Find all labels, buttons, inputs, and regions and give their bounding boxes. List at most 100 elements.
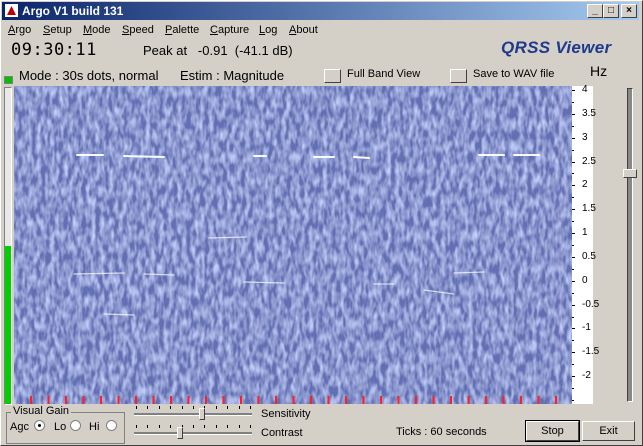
stop-button[interactable]: Stop: [525, 420, 580, 442]
signal-streak: [353, 156, 370, 159]
slider-tick: [204, 425, 206, 428]
time-tick: [47, 396, 50, 404]
slider-tick: [170, 406, 172, 409]
brand-logo: QRSS Viewer: [501, 38, 612, 57]
save-wav-label: Save to WAV file: [473, 68, 555, 80]
scale-label: 2: [582, 179, 588, 191]
time-tick: [467, 396, 470, 404]
title-bar[interactable]: Argo V1 build 131 _ □ ×: [2, 2, 639, 20]
estim-label: Estim : Magnitude: [180, 68, 285, 83]
scale-label: 1.5: [582, 203, 596, 215]
slider-tick: [136, 425, 137, 428]
scale-minor-tick: [572, 340, 574, 342]
signal-streak: [123, 155, 165, 158]
contrast-slider-thumb[interactable]: [176, 427, 183, 439]
ticks-readout: Ticks : 60 seconds: [396, 426, 487, 438]
scale-label: 2.5: [582, 155, 596, 167]
time-tick: [485, 396, 487, 404]
units-label: Hz: [590, 63, 608, 79]
lo-radio[interactable]: [70, 420, 81, 431]
sensitivity-label: Sensitivity: [261, 408, 311, 420]
slider-tick: [250, 406, 251, 409]
scale-minor-tick: [572, 161, 574, 163]
exit-button[interactable]: Exit: [582, 421, 635, 441]
slider-tick: [170, 425, 172, 428]
minimize-button[interactable]: _: [587, 4, 603, 18]
slider-tick: [227, 406, 229, 409]
scale-minor-tick: [572, 221, 574, 223]
visual-gain-title: Visual Gain: [11, 405, 72, 417]
time-tick: [65, 396, 67, 404]
scale-minor-tick: [572, 137, 574, 139]
scale-label: 3.5: [582, 107, 596, 119]
slider-tick: [227, 425, 229, 428]
signal-level-bar: [4, 87, 12, 405]
scale-minor-tick: [572, 316, 574, 318]
menu-log[interactable]: Log: [259, 24, 277, 36]
menu-mode[interactable]: Mode: [83, 24, 111, 36]
time-tick: [170, 396, 172, 404]
time-tick: [187, 396, 190, 404]
time-tick: [292, 396, 295, 404]
hi-label: Hi: [89, 421, 100, 433]
scale-minor-tick: [572, 388, 574, 390]
full-band-view-toggle[interactable]: [324, 69, 341, 83]
window-title: Argo V1 build 131: [22, 4, 124, 18]
menu-speed[interactable]: Speed: [122, 24, 154, 36]
clock-time: 09:30:11: [11, 40, 97, 60]
menu-palette[interactable]: Palette: [165, 24, 199, 36]
frequency-scale: 4 3.5 3 2.5 2 1.5 1 0.5 0 -0.5 -1 -1.5 -2: [572, 84, 599, 404]
contrast-track[interactable]: [134, 432, 252, 435]
full-band-view-label: Full Band View: [347, 68, 421, 80]
time-tick: [135, 396, 137, 404]
scroll-thumb[interactable]: [623, 169, 637, 178]
scale-minor-tick: [572, 292, 574, 294]
scale-label: 0: [582, 274, 588, 286]
slider-tick: [238, 425, 240, 428]
time-tick: [117, 396, 120, 404]
menu-capture[interactable]: Capture: [210, 24, 249, 36]
scroll-track[interactable]: [627, 88, 633, 402]
agc-radio[interactable]: [34, 420, 45, 431]
scale-minor-tick: [572, 352, 574, 354]
scale-minor-tick: [572, 304, 574, 306]
lo-label: Lo: [54, 421, 67, 433]
scale-minor-tick: [572, 149, 574, 151]
slider-tick: [158, 425, 160, 428]
agc-label: Agc: [10, 421, 29, 433]
time-tick: [380, 396, 382, 404]
time-tick: [82, 396, 85, 404]
save-wav-toggle[interactable]: [450, 69, 467, 83]
scale-minor-tick: [572, 197, 574, 199]
scale-minor-tick: [572, 101, 574, 103]
scale-minor-tick: [572, 364, 574, 366]
time-tick: [100, 396, 102, 404]
time-tick: [520, 396, 522, 404]
sensitivity-slider-thumb[interactable]: [198, 408, 205, 420]
scale-label: -0.5: [582, 298, 600, 310]
hi-radio[interactable]: [106, 420, 117, 431]
time-tick: [415, 396, 417, 404]
time-tick: [310, 396, 312, 404]
slider-tick: [215, 406, 217, 409]
contrast-label: Contrast: [261, 427, 303, 439]
time-tick: [240, 396, 242, 404]
scale-minor-tick: [572, 185, 574, 187]
scale-label: -2: [582, 370, 591, 382]
close-button[interactable]: ×: [621, 4, 637, 18]
slider-tick: [193, 406, 194, 409]
scale-label: 4: [582, 84, 588, 95]
time-tick: [275, 396, 277, 404]
sensitivity-track[interactable]: [134, 413, 252, 416]
slider-tick: [147, 406, 149, 409]
app-icon: [5, 4, 18, 17]
scale-minor-tick: [572, 256, 574, 258]
scale-minor-tick: [572, 113, 574, 115]
menu-about[interactable]: About: [289, 24, 318, 36]
maximize-button[interactable]: □: [603, 4, 619, 18]
spectrogram-display[interactable]: [14, 86, 572, 404]
scale-label: 3: [582, 131, 588, 143]
time-tick: [257, 396, 260, 404]
menu-setup[interactable]: Setup: [43, 24, 72, 36]
menu-argo[interactable]: Argo: [8, 24, 31, 36]
